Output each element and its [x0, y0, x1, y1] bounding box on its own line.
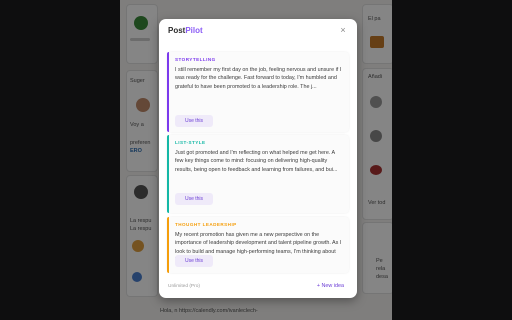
postpilot-logo: PostPilot	[168, 26, 203, 35]
use-this-button[interactable]: Use this	[175, 255, 213, 267]
card-kind-label: LIST-STYLE	[175, 140, 206, 145]
card-accent-bar	[167, 135, 169, 213]
card-text: I still remember my first day on the job…	[175, 67, 342, 90]
logo-text-pilot: Pilot	[185, 26, 203, 35]
logo-text-post: Post	[168, 26, 186, 35]
use-this-button[interactable]: Use this	[175, 115, 213, 127]
close-button[interactable]: ×	[337, 24, 349, 36]
new-idea-button[interactable]: + New idea	[317, 283, 344, 289]
card-kind-label: STORYTELLING	[175, 57, 216, 62]
use-this-button[interactable]: Use this	[175, 193, 213, 205]
idea-card-storytelling: STORYTELLING I still remember my first d…	[167, 52, 349, 132]
idea-card-list-style: LIST-STYLE Just got promoted and I'm ref…	[167, 135, 349, 213]
card-accent-bar	[167, 52, 169, 132]
postpilot-modal: PostPilot × STORYTELLING I still remembe…	[159, 19, 357, 298]
card-kind-label: THOUGHT LEADERSHIP	[175, 222, 237, 227]
card-accent-bar	[167, 217, 169, 273]
card-text: Just got promoted and I'm reflecting on …	[175, 150, 338, 173]
plan-status: Unlimited (Pro)	[168, 284, 200, 289]
